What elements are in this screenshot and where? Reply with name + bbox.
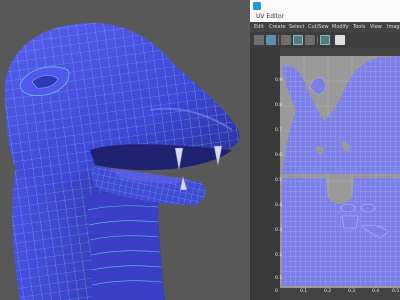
uv-origin-label: 0 bbox=[275, 289, 278, 294]
menu-modify[interactable]: Modify bbox=[332, 22, 349, 32]
3d-viewport[interactable] bbox=[0, 0, 250, 300]
menu-edit[interactable]: Edit bbox=[254, 22, 264, 32]
snapshot-icon[interactable] bbox=[335, 35, 345, 45]
uv-axis-v-label: 0.4 bbox=[275, 203, 283, 208]
uv-axis-v-label: 0.6 bbox=[275, 153, 283, 158]
uv-editor-title-row: UV Editor bbox=[250, 12, 400, 22]
uv-axis-v-label: 0.8 bbox=[275, 103, 283, 108]
uv-axis-v-label: 0.9 bbox=[275, 78, 283, 83]
toolbar-separator bbox=[317, 35, 318, 45]
snake-head-model[interactable] bbox=[0, 0, 250, 300]
uv-axis-v-label: 0.5 bbox=[275, 178, 283, 183]
uv-axis-strip bbox=[250, 48, 280, 300]
uv-axis-v-label: 0.3 bbox=[275, 228, 283, 233]
uv-editor-toolbar bbox=[250, 32, 400, 48]
maya-app-icon bbox=[253, 2, 261, 10]
checker-icon[interactable] bbox=[293, 35, 303, 45]
texture-display-icon[interactable] bbox=[266, 35, 276, 45]
uv-axis-u-label: 0.4 bbox=[372, 289, 380, 294]
uv-axis-u-label: 0.3 bbox=[348, 289, 356, 294]
shaded-uv-icon[interactable] bbox=[281, 35, 291, 45]
uv-axis-v-label: 0.2 bbox=[275, 253, 283, 258]
uv-texture-space[interactable] bbox=[280, 56, 400, 288]
menu-cut-sew[interactable]: Cut/Sew bbox=[308, 22, 329, 32]
menu-tools[interactable]: Tools bbox=[353, 22, 365, 32]
uv-editor-titlebar[interactable] bbox=[250, 0, 400, 12]
wireframe-icon[interactable] bbox=[305, 35, 315, 45]
menu-image[interactable]: Image bbox=[387, 22, 400, 32]
menu-view[interactable]: View bbox=[370, 22, 382, 32]
uv-distortion-icon[interactable] bbox=[320, 35, 330, 45]
menu-select[interactable]: Select bbox=[289, 22, 304, 32]
uv-axis-v-label: 0.1 bbox=[275, 276, 283, 281]
uv-axis-u-label: 0.1 bbox=[300, 289, 308, 294]
menu-create[interactable]: Create bbox=[269, 22, 286, 32]
uv-editor-title: UV Editor bbox=[256, 13, 285, 20]
uv-axis-v-label: 0.7 bbox=[275, 128, 283, 133]
uv-axis-u-label: 0.2 bbox=[324, 289, 332, 294]
uv-editor-menubar: Edit Create Select Cut/Sew Modify Tools … bbox=[250, 22, 400, 32]
uv-axis-u-label: 0.5 bbox=[392, 289, 400, 294]
toolbar-separator bbox=[278, 35, 279, 45]
grid-toggle-icon[interactable] bbox=[254, 35, 264, 45]
